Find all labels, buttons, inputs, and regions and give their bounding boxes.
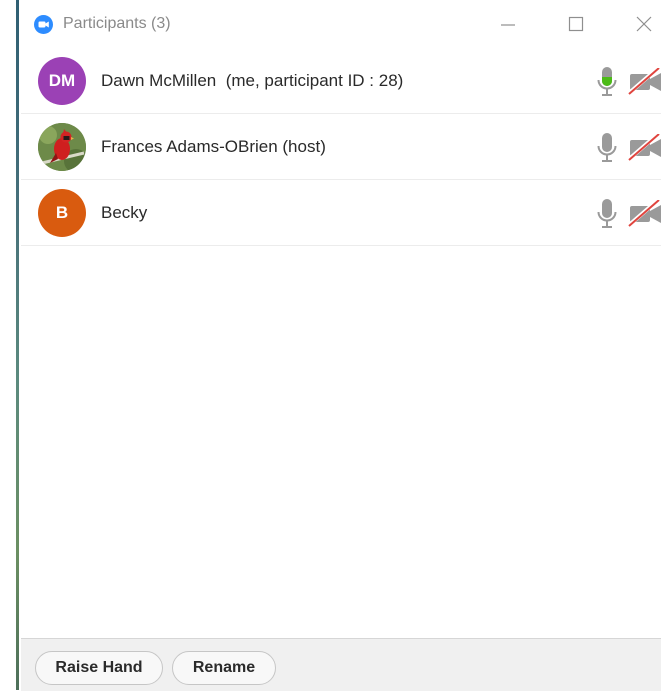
footer-toolbar: Raise Hand Rename [21, 638, 661, 691]
maximize-button[interactable] [561, 10, 591, 38]
rename-button[interactable]: Rename [172, 651, 276, 685]
mic-speaking-icon[interactable] [594, 66, 620, 98]
mic-icon[interactable] [594, 132, 620, 164]
participant-row[interactable]: Frances Adams-OBrien (host) [21, 114, 661, 180]
background-window-edge [0, 0, 20, 690]
video-off-icon[interactable] [628, 68, 661, 96]
window-title: Participants (3) [63, 15, 171, 32]
participants-window: Participants (3) DM Dawn McMillen (me, p… [21, 0, 661, 691]
close-icon [636, 16, 652, 32]
participant-row[interactable]: B Becky [21, 180, 661, 246]
participant-name: Becky [101, 203, 148, 222]
minimize-icon [501, 24, 515, 26]
minimize-button[interactable] [493, 10, 523, 38]
maximize-icon [568, 16, 584, 32]
cardinal-bird-photo-icon [38, 123, 86, 171]
close-button[interactable] [629, 10, 659, 38]
title-bar[interactable]: Participants (3) [21, 0, 661, 48]
video-off-icon[interactable] [628, 134, 661, 162]
participant-list: DM Dawn McMillen (me, participant ID : 2… [21, 48, 661, 246]
raise-hand-button[interactable]: Raise Hand [35, 651, 163, 685]
avatar: DM [38, 57, 86, 105]
participant-name: Frances Adams-OBrien (host) [101, 137, 326, 156]
avatar [38, 123, 86, 171]
background-window-border [16, 0, 19, 690]
participant-row[interactable]: DM Dawn McMillen (me, participant ID : 2… [21, 48, 661, 114]
mic-icon[interactable] [594, 198, 620, 230]
zoom-app-icon [34, 15, 53, 34]
participant-name: Dawn McMillen (me, participant ID : 28) [101, 71, 404, 90]
avatar: B [38, 189, 86, 237]
video-off-icon[interactable] [628, 200, 661, 228]
